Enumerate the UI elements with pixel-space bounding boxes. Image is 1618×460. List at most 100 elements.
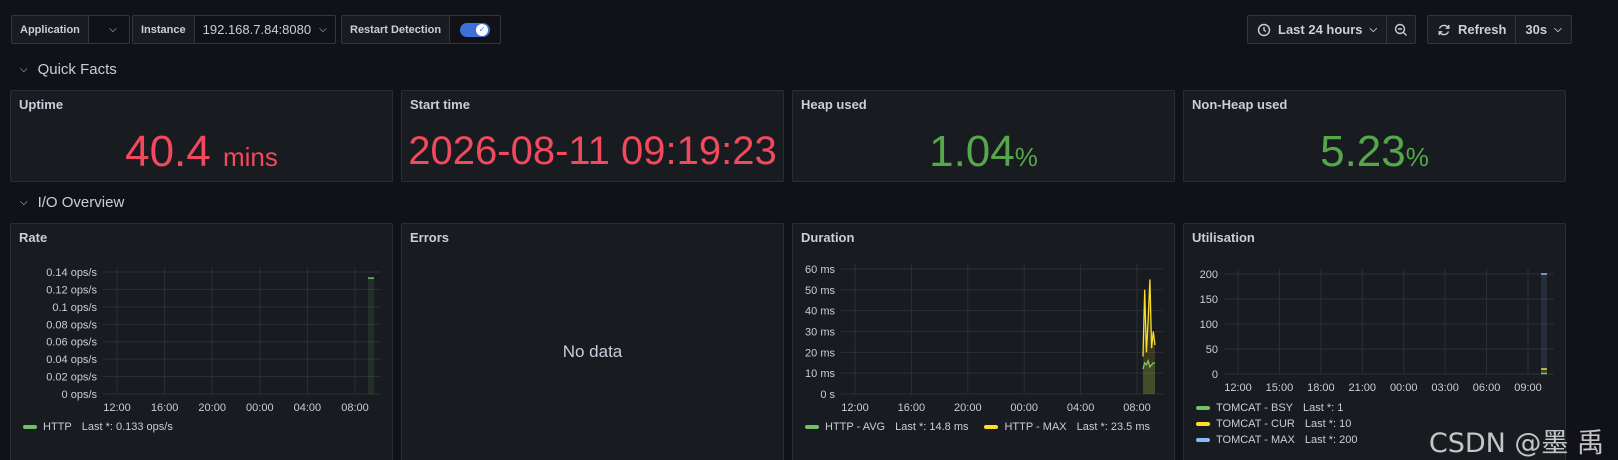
x-tick-label: 20:00 — [198, 402, 226, 414]
legend-series-name: HTTP — [43, 421, 72, 433]
rate-panel[interactable]: Rate 0 ops/s 0.02 ops/s 0.04 ops/s 0.06 ops… — [10, 223, 393, 460]
uptime-unit: mins — [222, 142, 278, 172]
y-tick-label: 200 — [1200, 269, 1218, 281]
non-heap-used-panel[interactable]: Non-Heap used 5.23% — [1183, 90, 1566, 182]
y-tick-label: 50 ms — [805, 285, 835, 297]
x-tick-label: 00:00 — [1390, 382, 1418, 394]
uptime-panel[interactable]: Uptime 40.4 mins — [10, 90, 393, 182]
refresh-group: Refresh 30s ⌵ — [1427, 15, 1572, 44]
legend-last-value: Last *: 14.8 ms — [895, 421, 969, 433]
legend-item[interactable]: TOMCAT - BSY Last *: 1 — [1196, 402, 1343, 414]
dashboard-toolbar: Application ⌵ Instance 192.168.7.84:8080… — [0, 0, 1618, 58]
x-tick-label: 12:00 — [103, 402, 131, 414]
y-tick-label: 0 s — [820, 389, 835, 401]
legend-swatch — [1196, 438, 1210, 442]
application-variable[interactable]: Application ⌵ — [11, 15, 130, 44]
legend-series-name: TOMCAT - BSY — [1216, 402, 1294, 414]
zoom-out-icon — [1394, 23, 1408, 36]
legend-last-value: Last *: 200 — [1304, 434, 1358, 446]
y-tick-label: 0 ops/s — [62, 389, 98, 401]
refresh-icon — [1438, 24, 1450, 35]
x-tick-label: 04:00 — [1067, 402, 1095, 414]
y-tick-label: 0.04 ops/s — [46, 354, 97, 366]
legend-series-name: HTTP - AVG — [825, 421, 886, 433]
instance-value: 192.168.7.84:8080 — [202, 22, 312, 37]
legend-item[interactable]: TOMCAT - MAX Last *: 200 — [1196, 434, 1357, 446]
panel-title: Heap used — [801, 97, 867, 112]
y-tick-label: 20 ms — [805, 347, 835, 359]
time-range-label: Last 24 hours — [1278, 22, 1363, 37]
x-tick-label: 06:00 — [1473, 382, 1501, 394]
x-tick-label: 12:00 — [1224, 382, 1252, 394]
y-tick-label: 0.1 ops/s — [52, 302, 97, 314]
chevron-down-icon: ⌵ — [109, 24, 117, 35]
legend-swatch — [805, 425, 819, 429]
start-time-value: 2026-08-11 09:19:23 — [408, 129, 777, 173]
x-tick-label: 00:00 — [246, 402, 274, 414]
heap-used-unit: % — [1014, 142, 1038, 172]
row-quick-facts[interactable]: ⌵ Quick Facts — [20, 61, 117, 78]
instance-label: Instance — [133, 16, 195, 43]
legend-series-name: HTTP - MAX — [1004, 421, 1067, 433]
uptime-value: 40.4 mins — [125, 127, 278, 176]
series-area — [368, 278, 374, 394]
no-data-message: No data — [562, 342, 623, 361]
x-tick-label: 20:00 — [954, 402, 982, 414]
y-tick-label: 0 — [1212, 369, 1218, 381]
time-range-picker[interactable]: Last 24 hours ⌵ — [1248, 16, 1386, 43]
legend-item[interactable]: TOMCAT - CUR Last *: 10 — [1196, 418, 1351, 430]
refresh-interval-picker[interactable]: 30s ⌵ — [1515, 16, 1570, 43]
y-tick-label: 0.14 ops/s — [46, 267, 97, 279]
row-io-overview[interactable]: ⌵ I/O Overview — [20, 194, 124, 211]
instance-select[interactable]: 192.168.7.84:8080 ⌵ — [195, 16, 335, 43]
refresh-button[interactable]: Refresh — [1428, 16, 1515, 43]
x-tick-label: 00:00 — [1010, 402, 1038, 414]
refresh-interval-value: 30s — [1525, 22, 1548, 37]
restart-detection-variable[interactable]: Restart Detection — [341, 15, 502, 44]
y-tick-label: 150 — [1200, 294, 1218, 306]
x-tick-label: 08:00 — [1123, 402, 1151, 414]
x-tick-label: 16:00 — [151, 402, 179, 414]
y-tick-label: 30 ms — [805, 327, 835, 339]
x-tick-label: 18:00 — [1307, 382, 1335, 394]
legend-swatch — [984, 425, 999, 429]
y-tick-label: 40 ms — [805, 306, 835, 318]
y-tick-label: 100 — [1200, 319, 1218, 331]
instance-variable[interactable]: Instance 192.168.7.84:8080 ⌵ — [132, 15, 336, 44]
x-tick-label: 03:00 — [1431, 382, 1459, 394]
chevron-down-icon: ⌵ — [319, 24, 327, 35]
legend-swatch — [1196, 406, 1210, 410]
panel-title: Start time — [410, 97, 470, 112]
application-select[interactable]: ⌵ — [89, 16, 129, 43]
y-tick-label: 10 ms — [805, 368, 835, 380]
csdn-watermark: CSDN @墨 禹 — [1428, 428, 1604, 459]
duration-legend: HTTP - AVG Last *: 14.8 ms HTTP - MAX Last … — [805, 421, 1160, 433]
y-tick-label: 0.02 ops/s — [46, 372, 97, 384]
legend-item[interactable]: HTTP - AVG Last *: 14.8 ms — [805, 421, 968, 433]
chevron-down-icon: ⌵ — [20, 197, 28, 208]
zoom-out-button[interactable] — [1386, 16, 1415, 43]
y-tick-label: 60 ms — [805, 264, 835, 276]
x-tick-label: 09:00 — [1514, 382, 1542, 394]
legend-last-value: Last *: 23.5 ms — [1076, 421, 1150, 433]
legend-item[interactable]: HTTP - MAX Last *: 23.5 ms — [984, 421, 1150, 433]
heap-used-panel[interactable]: Heap used 1.04% — [792, 90, 1175, 182]
restart-detection-toggle[interactable] — [460, 22, 491, 37]
x-tick-label: 16:00 — [898, 402, 926, 414]
legend-last-value: Last *: 1 — [1303, 402, 1344, 414]
duration-panel[interactable]: Duration 0 s 10 ms 20 ms 30 ms 40 ms 50 ms 60 … — [792, 223, 1175, 460]
row-title-io-overview: I/O Overview — [37, 194, 125, 211]
legend-swatch — [23, 425, 37, 429]
rate-legend: HTTP Last *: 0.133 ops/s — [23, 421, 183, 433]
y-tick-label: 50 — [1206, 344, 1218, 356]
panel-title: Uptime — [19, 97, 64, 112]
legend-series-name: TOMCAT - CUR — [1216, 418, 1295, 430]
start-time-panel[interactable]: Start time 2026-08-11 09:19:23 — [401, 90, 784, 182]
row-title-quick-facts: Quick Facts — [37, 61, 117, 78]
time-picker-group: Last 24 hours ⌵ — [1247, 15, 1417, 44]
restart-detection-toggle-wrap[interactable] — [450, 16, 500, 43]
legend-series-name: TOMCAT - MAX — [1216, 434, 1295, 446]
restart-detection-label: Restart Detection — [342, 16, 451, 43]
errors-panel[interactable]: Errors No data — [401, 223, 784, 460]
legend-item[interactable]: HTTP Last *: 0.133 ops/s — [23, 421, 173, 433]
